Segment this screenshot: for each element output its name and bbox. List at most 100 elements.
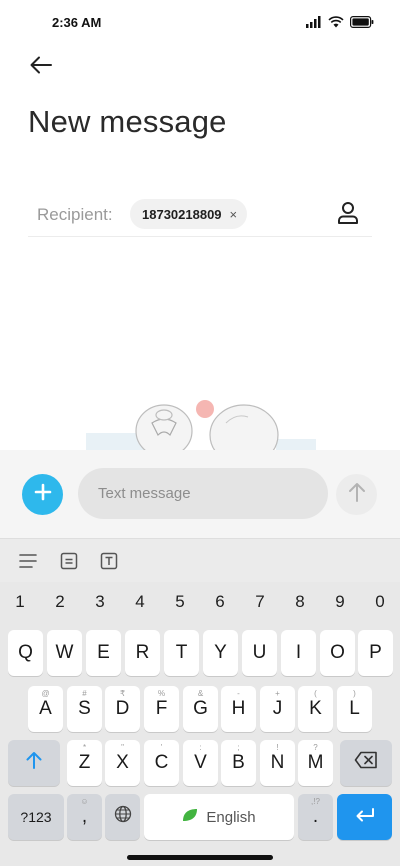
- key-g[interactable]: & G: [183, 686, 218, 732]
- key-label: K: [309, 698, 322, 719]
- key-7[interactable]: 7: [245, 592, 275, 612]
- symbols-key[interactable]: ?123: [8, 794, 64, 840]
- key-w[interactable]: W: [47, 630, 82, 676]
- keyboard-toolbar: [0, 538, 400, 582]
- key-hint: ': [160, 743, 163, 752]
- key-label: A: [39, 698, 52, 719]
- key-2[interactable]: 2: [45, 592, 75, 612]
- globe-icon: [114, 805, 132, 829]
- comma-key[interactable]: ☺,: [67, 794, 102, 840]
- key-h[interactable]: -H: [221, 686, 256, 732]
- key-5[interactable]: 5: [165, 592, 195, 612]
- key-n[interactable]: ! N: [260, 740, 295, 786]
- key-label: ,: [81, 806, 88, 827]
- home-indicator: [127, 855, 273, 860]
- key-k[interactable]: (K: [298, 686, 333, 732]
- key-m[interactable]: ? M: [298, 740, 333, 786]
- key-label: M: [307, 752, 324, 773]
- key-i[interactable]: I: [281, 630, 316, 676]
- key-label: D: [115, 698, 130, 719]
- key-hint: ;: [237, 743, 240, 752]
- key-label: H: [231, 698, 246, 719]
- backspace-key[interactable]: [340, 740, 392, 786]
- battery-icon: [350, 15, 374, 33]
- key-hint: ₹: [119, 689, 126, 698]
- send-button[interactable]: [336, 474, 377, 515]
- key-a[interactable]: @ A: [28, 686, 63, 732]
- wifi-icon: [328, 15, 344, 33]
- key-d[interactable]: ₹ D: [105, 686, 140, 732]
- key-hint: -: [237, 689, 240, 698]
- key-label: X: [116, 752, 129, 773]
- status-time: 2:36 AM: [52, 15, 102, 30]
- key-f[interactable]: % F: [144, 686, 179, 732]
- recipient-label: Recipient:: [37, 205, 113, 224]
- key-t[interactable]: T: [164, 630, 199, 676]
- key-q[interactable]: Q: [8, 630, 43, 676]
- key-j[interactable]: + J: [260, 686, 295, 732]
- key-r[interactable]: R: [125, 630, 160, 676]
- clipboard-icon[interactable]: [58, 550, 80, 572]
- key-s[interactable]: # S: [67, 686, 102, 732]
- text-icon[interactable]: [98, 550, 120, 572]
- remove-recipient-icon[interactable]: ×: [230, 207, 238, 222]
- status-bar: 2:36 AM: [0, 0, 400, 44]
- space-label: English: [206, 808, 256, 826]
- key-hint: !: [276, 743, 279, 752]
- period-key[interactable]: ,!?.: [298, 794, 333, 840]
- key-l[interactable]: ) L: [337, 686, 372, 732]
- compose-bar: [0, 450, 400, 538]
- message-input[interactable]: [78, 468, 328, 519]
- key-u[interactable]: U: [242, 630, 277, 676]
- number-row: 1 2 3 4 5 6 7 8 9 0: [0, 582, 400, 622]
- key-label: V: [194, 752, 207, 773]
- recipient-chip[interactable]: 18730218809 ×: [130, 199, 248, 229]
- key-label: B: [232, 752, 245, 773]
- recipient-number: 18730218809: [142, 206, 222, 222]
- key-1[interactable]: 1: [5, 592, 35, 612]
- key-3[interactable]: 3: [85, 592, 115, 612]
- back-button[interactable]: [26, 52, 56, 82]
- emoji-icon: ☺: [80, 797, 89, 806]
- key-4[interactable]: 4: [125, 592, 155, 612]
- key-label: S: [78, 698, 91, 719]
- person-icon: [337, 201, 359, 230]
- key-p[interactable]: P: [358, 630, 393, 676]
- key-hint: #: [82, 689, 87, 698]
- key-hint: *: [82, 743, 87, 752]
- key-y[interactable]: Y: [203, 630, 238, 676]
- key-hint: ,!?: [311, 797, 320, 806]
- shift-key[interactable]: [8, 740, 60, 786]
- attach-button[interactable]: [22, 474, 63, 515]
- key-9[interactable]: 9: [325, 592, 355, 612]
- key-c[interactable]: ' C: [144, 740, 179, 786]
- key-z[interactable]: * Z: [67, 740, 102, 786]
- menu-icon[interactable]: [17, 550, 39, 572]
- empty-state-illustration: [80, 395, 320, 451]
- key-v[interactable]: :V: [183, 740, 218, 786]
- key-e[interactable]: E: [86, 630, 121, 676]
- key-8[interactable]: 8: [285, 592, 315, 612]
- key-0[interactable]: 0: [365, 592, 395, 612]
- plus-icon: [34, 483, 52, 506]
- arrow-up-icon: [348, 482, 366, 507]
- enter-key[interactable]: [337, 794, 392, 840]
- key-b[interactable]: ; B: [221, 740, 256, 786]
- key-x[interactable]: " X: [105, 740, 140, 786]
- leaf-icon: [182, 808, 198, 826]
- contacts-button[interactable]: [334, 201, 362, 229]
- keyboard: 1 2 3 4 5 6 7 8 9 0 Q W E R T Y U I O P …: [0, 582, 400, 866]
- key-label: L: [349, 698, 360, 719]
- key-hint: ): [353, 689, 356, 698]
- key-hint: ?: [313, 743, 318, 752]
- key-6[interactable]: 6: [205, 592, 235, 612]
- key-hint: &: [197, 689, 204, 698]
- key-label: J: [272, 698, 283, 719]
- space-key[interactable]: English: [144, 794, 294, 840]
- language-key[interactable]: [105, 794, 140, 840]
- key-label: Z: [78, 752, 91, 773]
- key-o[interactable]: O: [320, 630, 355, 676]
- key-hint: @: [41, 689, 50, 698]
- arrow-left-icon: [30, 56, 52, 79]
- enter-icon: [355, 806, 375, 828]
